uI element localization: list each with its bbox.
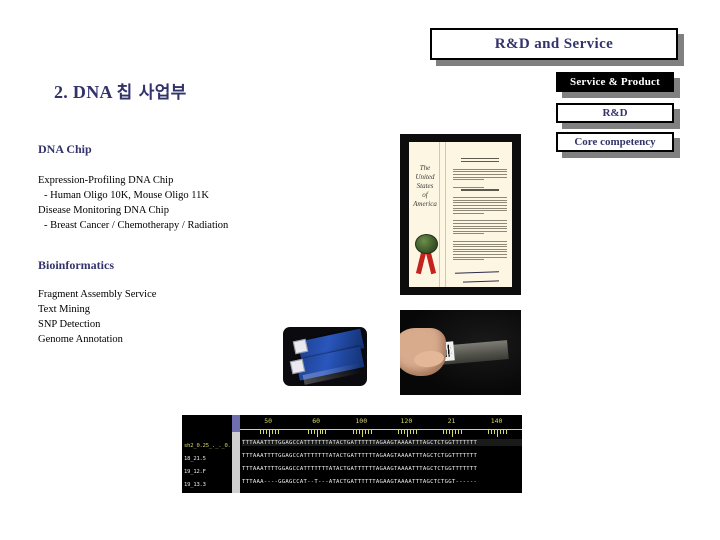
certificate-seal-icon (415, 234, 438, 254)
core-competency-face: Core competency (556, 132, 674, 152)
list-item: Expression-Profiling DNA Chip (38, 175, 174, 186)
certificate-paper: The United States of America (409, 142, 512, 287)
sequence-panel: 50 60 100 120 21 140 TTTAAATTTTGGAGCCATT… (240, 415, 522, 493)
category-box-core-competency[interactable]: Core competency (556, 132, 680, 158)
sequence-row: TTTAAATTTTGGAGCCATTTTTTTATACTGATTTTTTAGA… (242, 453, 478, 459)
sequence-row: TTTAAATTTTGGAGCCATTTTTTTATACTGATTTTTTAGA… (242, 440, 478, 446)
page-title: 2. DNA 칩 사업부 (54, 78, 187, 103)
certificate-body-text (453, 158, 507, 262)
category-box-rd[interactable]: R&D (556, 103, 680, 129)
sequence-row-label: 18_21.5 (184, 456, 206, 462)
chip-barcode-tag-upper (292, 338, 309, 355)
page-title-number: 2. (54, 82, 69, 102)
page-title-korean: 칩 사업부 (116, 83, 187, 103)
ruler-tick-label: 100 (355, 417, 368, 425)
list-item: Text Mining (38, 304, 91, 315)
ruler-tick-label: 21 (447, 417, 456, 425)
sequence-row-label: sh2_0.25_._._0. (184, 443, 231, 449)
section-heading-dna-chip: DNA Chip (38, 142, 92, 156)
ruler-tick-label: 50 (264, 417, 273, 425)
certificate-usa-heading: The United States of America (411, 164, 439, 209)
sequence-row-label: 19_12.F (184, 469, 206, 475)
section-list-dna-chip: Expression-Profiling DNA Chip - Human Ol… (38, 173, 228, 233)
list-item: SNP Detection (38, 319, 101, 330)
list-item: Genome Annotation (38, 334, 123, 345)
dna-chip-slides-image (283, 327, 367, 386)
service-product-face: Service & Product (556, 72, 674, 92)
certificate-line-3: States (416, 182, 434, 190)
banner-title-text: R&D and Service (494, 35, 614, 52)
certificate-stripe-right (445, 142, 446, 287)
slide-banner-title: R&D and Service (430, 28, 684, 66)
rd-face: R&D (556, 103, 674, 123)
list-item: - Breast Cancer / Chemotherapy / Radiati… (44, 220, 229, 231)
list-item: Disease Monitoring DNA Chip (38, 205, 169, 216)
sequence-ruler-ticks (240, 430, 522, 437)
banner-face: R&D and Service (430, 28, 678, 60)
slide-canvas: R&D and Service Service & Product R&D Co… (0, 0, 720, 540)
ruler-tick-label: 60 (312, 417, 321, 425)
sequence-alignment-viewer-image: sh2_0.25_._._0. 18_21.5 19_12.F 19_13.3 … (182, 415, 522, 493)
section-heading-bioinformatics: Bioinformatics (38, 258, 114, 272)
sequence-name-column: sh2_0.25_._._0. 18_21.5 19_12.F 19_13.3 (182, 415, 232, 493)
hand-holding-dna-chip-image (400, 310, 521, 395)
certificate-line-2: United (415, 173, 435, 181)
section-list-bioinformatics: Fragment Assembly Service Text Mining SN… (38, 287, 156, 347)
certificate-stripe-left (439, 142, 440, 287)
certificate-line-1: The (419, 164, 431, 172)
viewer-scrollbar-thumb[interactable] (232, 415, 240, 432)
sequence-ruler-labels: 50 60 100 120 21 140 (240, 417, 522, 427)
certificate-signature-2 (462, 280, 500, 283)
us-patent-certificate-image: The United States of America (400, 134, 521, 295)
ruler-tick-label: 120 (400, 417, 413, 425)
certificate-line-5: America (413, 200, 437, 208)
chip-barcode-tag-lower (289, 358, 306, 375)
list-item: - Human Oligo 10K, Mouse Oligo 11K (44, 190, 209, 201)
certificate-signature-1 (454, 271, 500, 274)
viewer-scrollbar[interactable] (232, 415, 240, 493)
sequence-row: TTTAAATTTTGGAGCCATTTTTTTATACTGATTTTTTAGA… (242, 466, 478, 472)
page-title-latin: DNA (72, 82, 112, 102)
core-competency-label: Core competency (574, 136, 656, 148)
category-box-service-product[interactable]: Service & Product (556, 72, 680, 98)
sequence-row: TTTAAA----GGAGCCAT--T---ATACTGATTTTTTAGA… (242, 479, 478, 485)
certificate-line-4: of (422, 191, 428, 199)
list-item: Fragment Assembly Service (38, 289, 157, 300)
service-product-label: Service & Product (570, 76, 660, 88)
sequence-row-label: 19_13.3 (184, 482, 206, 488)
ruler-tick-label: 140 (490, 417, 503, 425)
rd-label: R&D (602, 107, 628, 119)
